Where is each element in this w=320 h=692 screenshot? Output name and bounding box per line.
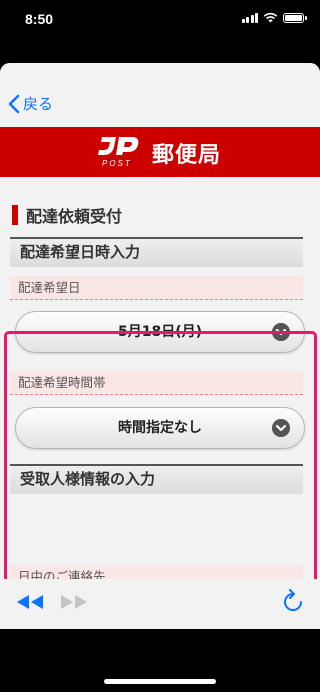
jp-post-logo: POST xyxy=(98,137,139,168)
section-heading-text: 配達依頼受付 xyxy=(26,207,123,226)
home-area xyxy=(0,629,320,692)
delivery-time-value: 時間指定なし xyxy=(118,420,202,436)
heading-marker xyxy=(12,205,18,225)
fast-forward-icon[interactable] xyxy=(59,593,89,611)
recipient-info-heading: 受取人様情報の入力 xyxy=(10,464,303,494)
reload-icon[interactable] xyxy=(282,589,304,615)
back-label: 戻る xyxy=(23,95,54,113)
back-button[interactable]: 戻る xyxy=(8,93,53,114)
site-header: POST 郵便局 xyxy=(0,127,320,177)
browser-screen: 戻る POST 郵便局 配達依頼受付 配達希望日時入力 配達希望日 5月18日(… xyxy=(0,63,320,629)
rewind-icon[interactable] xyxy=(15,593,45,611)
section-heading: 配達依頼受付 xyxy=(12,203,122,227)
delivery-date-select[interactable]: 5月18日(月) xyxy=(15,311,305,353)
delivery-date-heading: 配達希望日時入力 xyxy=(10,237,303,267)
status-icons xyxy=(241,12,307,23)
delivery-date-label: 配達希望日 xyxy=(10,276,303,300)
wifi-icon xyxy=(263,12,278,23)
chevron-down-icon xyxy=(272,419,290,437)
chevron-down-icon xyxy=(272,323,290,341)
status-bar: 8:50 xyxy=(0,0,320,40)
chevron-left-icon xyxy=(8,94,20,113)
nav-bar: 戻る xyxy=(0,63,320,127)
form-content: 配達依頼受付 配達希望日時入力 配達希望日 5月18日(月) 配達希望時間帯 時… xyxy=(0,177,320,629)
svg-text:POST: POST xyxy=(102,159,132,168)
delivery-time-select[interactable]: 時間指定なし xyxy=(15,407,305,449)
delivery-time-label: 配達希望時間帯 xyxy=(10,371,303,395)
signal-icon xyxy=(241,12,258,23)
delivery-date-value: 5月18日(月) xyxy=(117,324,203,340)
battery-icon xyxy=(283,12,307,23)
browser-toolbar xyxy=(0,579,320,629)
site-title: 郵便局 xyxy=(152,143,222,168)
home-indicator[interactable] xyxy=(104,679,216,684)
status-time: 8:50 xyxy=(25,11,54,27)
